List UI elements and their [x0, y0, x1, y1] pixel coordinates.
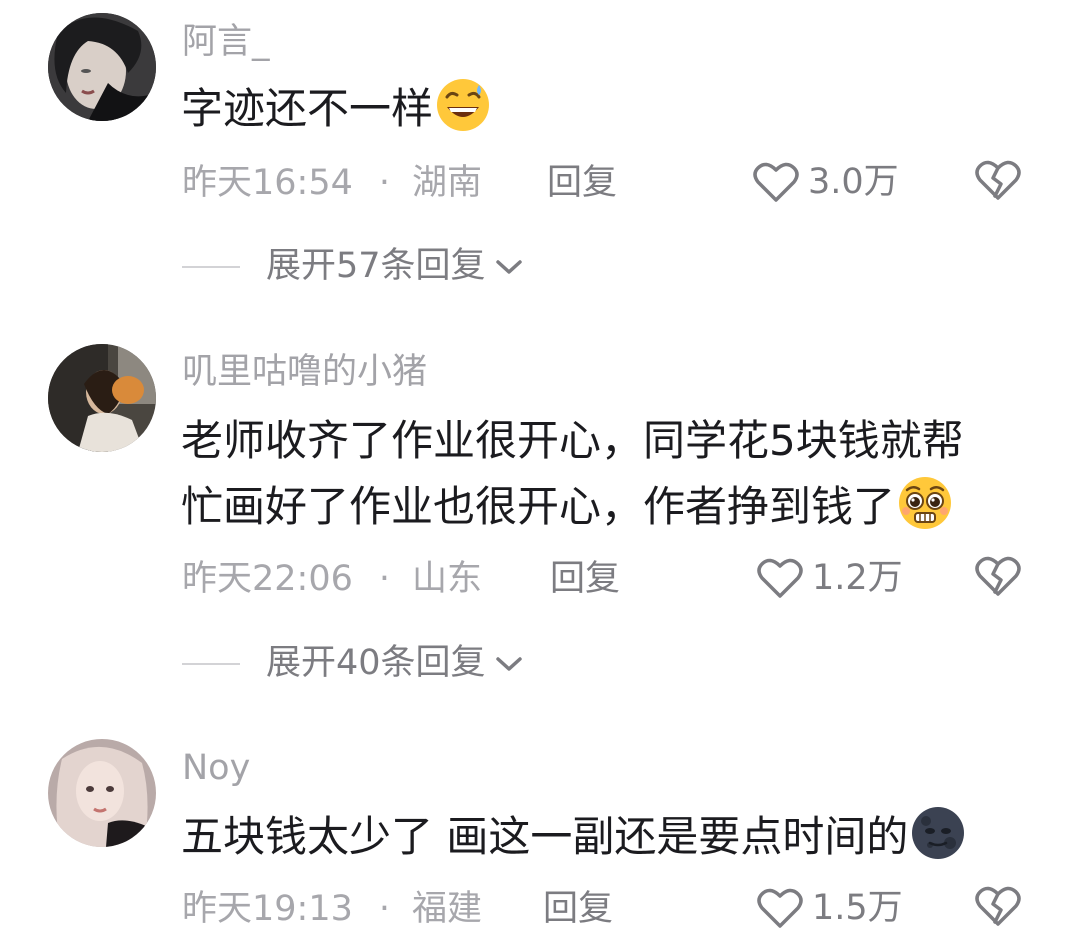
broken-heart-icon	[975, 886, 1021, 926]
avatar[interactable]	[48, 739, 156, 847]
meta-separator: ·	[378, 889, 391, 929]
like-button[interactable]: 1.5万	[756, 886, 903, 930]
dislike-button[interactable]	[974, 884, 1022, 928]
comment-location: 福建	[412, 889, 483, 929]
comment-text-line: 五块钱太少了 画这一副还是要点时间的	[181, 804, 966, 870]
new-moon-face-emoji	[910, 805, 966, 861]
reply-button[interactable]: 回复	[543, 892, 613, 927]
heart-outline-icon	[757, 888, 803, 928]
comment-text-span: 五块钱太少了 画这一副还是要点时间的	[181, 812, 909, 861]
like-count: 1.5万	[812, 887, 903, 928]
avatar-image	[48, 739, 156, 847]
username[interactable]: Noy	[182, 751, 250, 786]
comment-text: 五块钱太少了 画这一副还是要点时间的	[181, 804, 966, 870]
comment-item: Noy 五块钱太少了 画这一副还是要点时间的 昨天19:13 · 福建 回复 1.5…	[0, 0, 1080, 942]
comment-time: 昨天19:13	[182, 889, 353, 929]
comment-meta: 昨天19:13 · 福建	[182, 892, 482, 927]
